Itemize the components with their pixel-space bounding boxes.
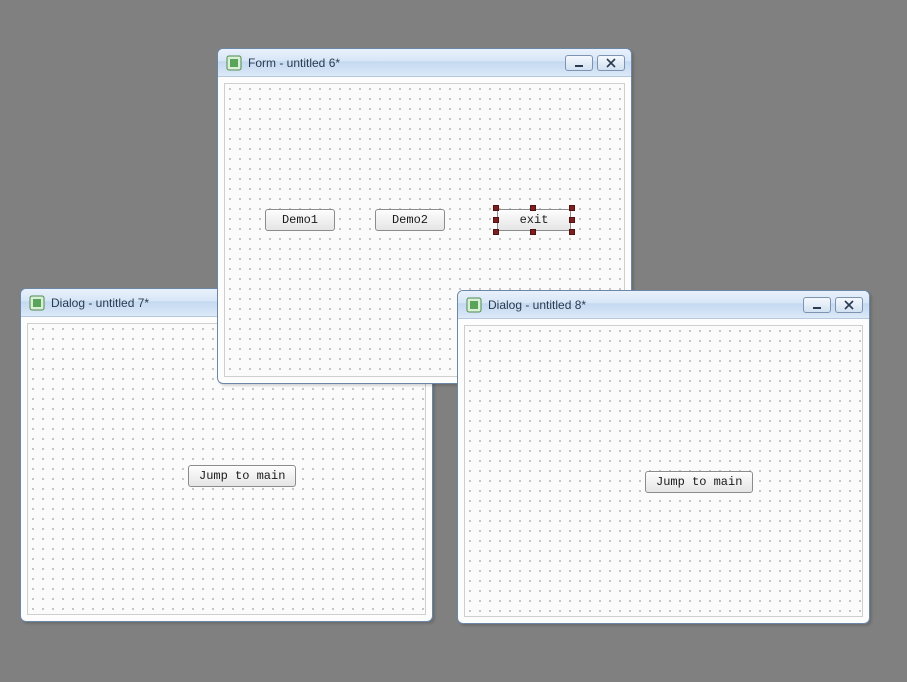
resize-handle-w[interactable]: [493, 217, 499, 223]
app-icon: [226, 55, 242, 71]
jump-to-main-button[interactable]: Jump to main: [188, 465, 296, 487]
resize-handle-e[interactable]: [569, 217, 575, 223]
minimize-button[interactable]: [803, 297, 831, 313]
dialog-window-8: Dialog - untitled 8* Jump to main: [457, 290, 870, 624]
app-icon: [466, 297, 482, 313]
resize-handle-nw[interactable]: [493, 205, 499, 211]
designer-canvas[interactable]: Jump to main: [464, 325, 863, 617]
jump-to-main-button[interactable]: Jump to main: [645, 471, 753, 493]
resize-handle-sw[interactable]: [493, 229, 499, 235]
demo1-button[interactable]: Demo1: [265, 209, 335, 231]
resize-handle-se[interactable]: [569, 229, 575, 235]
exit-button[interactable]: exit: [497, 209, 571, 231]
minimize-button[interactable]: [565, 55, 593, 71]
demo2-button[interactable]: Demo2: [375, 209, 445, 231]
resize-handle-s[interactable]: [530, 229, 536, 235]
resize-handle-n[interactable]: [530, 205, 536, 211]
close-button[interactable]: [835, 297, 863, 313]
close-button[interactable]: [597, 55, 625, 71]
titlebar[interactable]: Dialog - untitled 8*: [458, 291, 869, 319]
app-icon: [29, 295, 45, 311]
resize-handle-ne[interactable]: [569, 205, 575, 211]
window-title: Dialog - untitled 8*: [488, 298, 797, 312]
window-title: Form - untitled 6*: [248, 56, 559, 70]
titlebar[interactable]: Form - untitled 6*: [218, 49, 631, 77]
